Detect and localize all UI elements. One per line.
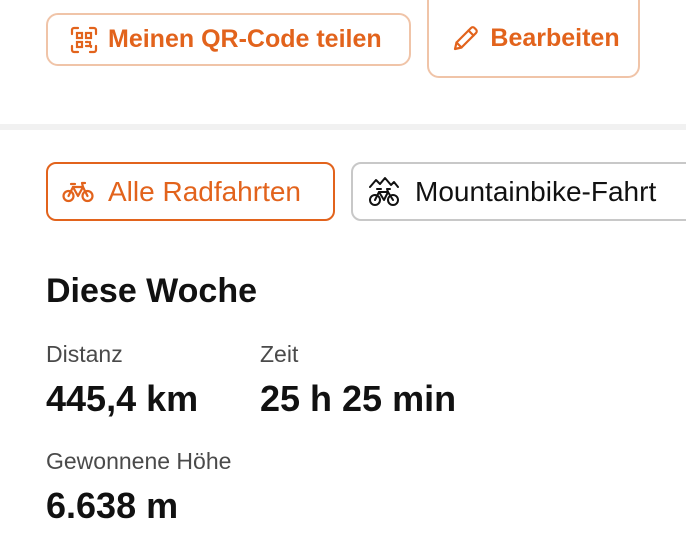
edit-profile-button[interactable]: Bearbeiten	[427, 0, 640, 78]
mountain-bike-icon	[367, 176, 401, 208]
edit-profile-label: Bearbeiten	[490, 23, 620, 52]
filter-mountain-bike-label: Mountainbike-Fahrt	[415, 175, 657, 207]
elevation-gain-value: 6.638 m	[46, 485, 179, 526]
section-title-this-week: Diese Woche	[46, 272, 258, 310]
qr-code-icon	[70, 26, 98, 54]
time-label: Zeit	[260, 341, 299, 367]
profile-actions: Meinen QR-Code teilen Bearbeiten	[0, 0, 686, 124]
bicycle-icon	[62, 181, 94, 203]
filter-mountain-bike[interactable]: Mountainbike-Fahrt	[351, 162, 686, 221]
share-qr-code-label: Meinen QR-Code teilen	[108, 25, 382, 53]
filter-all-rides-label: Alle Radfahrten	[108, 175, 302, 207]
distance-value: 445,4 km	[46, 378, 199, 419]
share-qr-code-button[interactable]: Meinen QR-Code teilen	[46, 13, 411, 66]
distance-label: Distanz	[46, 341, 123, 367]
time-value: 25 h 25 min	[260, 378, 457, 419]
section-divider	[0, 124, 686, 130]
elevation-gain-label: Gewonnene Höhe	[46, 448, 232, 474]
pencil-icon	[451, 23, 481, 53]
filter-all-rides[interactable]: Alle Radfahrten	[46, 162, 335, 221]
